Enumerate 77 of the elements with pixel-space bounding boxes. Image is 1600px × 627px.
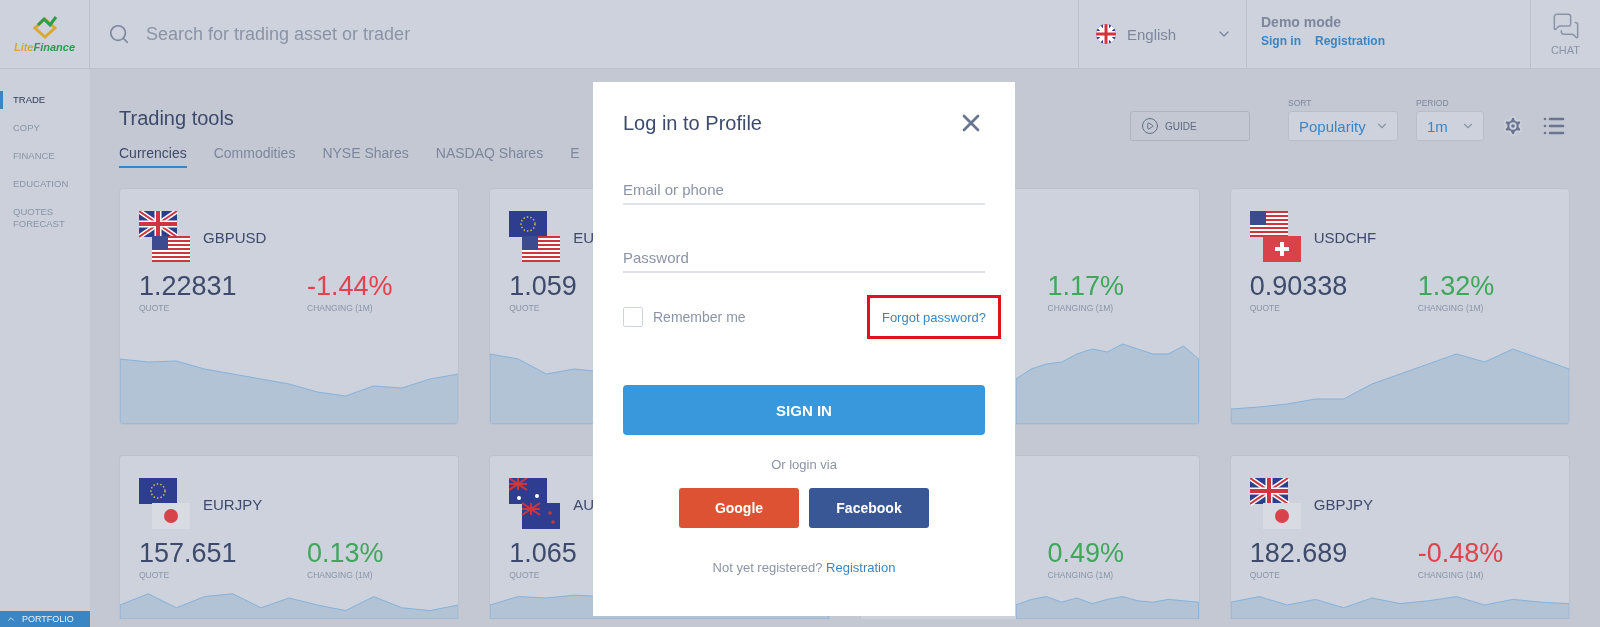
flag-pair-icon <box>509 478 562 530</box>
quote-label: QUOTE <box>509 303 541 313</box>
flag-pair-icon <box>139 478 191 530</box>
flag-icon <box>1095 23 1117 45</box>
flag-pair-icon <box>1249 211 1302 263</box>
sidebar-item[interactable]: EDUCATION <box>0 175 70 193</box>
change-label: CHANGING (1M) <box>1417 303 1485 313</box>
category-tab[interactable]: NYSE Shares <box>322 145 409 168</box>
flag-pair-icon <box>139 211 191 263</box>
sidebar-item[interactable]: COPY <box>0 119 70 137</box>
change-value: 1.17% <box>1047 271 1126 302</box>
sidebar-item[interactable]: TRADE <box>0 91 70 109</box>
change-label: CHANGING (1M) <box>1047 570 1115 580</box>
change-label: CHANGING (1M) <box>307 303 374 313</box>
forgot-password-link[interactable]: Forgot password? <box>881 310 986 325</box>
asset-name: EU <box>573 228 595 246</box>
asset-name: EURJPY <box>203 495 263 513</box>
asset-name: AU <box>573 495 595 513</box>
guide-button[interactable]: GUIDE <box>1130 111 1250 141</box>
period-select[interactable]: 1m <box>1416 111 1484 141</box>
flag-pair-icon <box>1249 478 1302 530</box>
quote-value: 0.90338 <box>1249 271 1349 302</box>
sidebar-item[interactable]: FINANCE <box>0 147 70 165</box>
social-login-button[interactable]: Google <box>679 488 799 528</box>
chat-button[interactable]: CHAT <box>1530 0 1600 68</box>
quote-value: 1.059 <box>509 271 578 302</box>
alt-login-label: Or login via <box>771 457 837 472</box>
asset-name: GBPUSD <box>203 228 267 246</box>
chat-icon <box>1551 12 1580 40</box>
change-label: CHANGING (1M) <box>1417 570 1485 580</box>
search-icon <box>108 23 130 45</box>
change-label: CHANGING (1M) <box>307 570 374 580</box>
search-field[interactable]: Search for trading asset or trader <box>144 22 1078 46</box>
language-label: English <box>1127 25 1178 43</box>
change-value: -0.48% <box>1417 538 1505 569</box>
mode-label: Demo mode <box>1261 14 1343 30</box>
asset-card[interactable]: GBPUSD 1.22831 QUOTE -1.44% CHANGING (1M) <box>119 188 460 425</box>
checkbox[interactable] <box>623 307 643 327</box>
header-link[interactable]: Sign in <box>1261 34 1301 48</box>
change-value: 1.32% <box>1417 271 1496 302</box>
flag-pair-icon <box>509 211 562 263</box>
asset-card[interactable]: EURJPY 157.651 QUOTE 0.13% CHANGING (1M) <box>119 455 460 619</box>
category-tab[interactable]: NASDAQ Shares <box>435 145 544 168</box>
category-tab[interactable]: Currencies <box>119 145 187 168</box>
logo-text: LiteFinance <box>13 41 76 53</box>
quote-value: 182.689 <box>1249 538 1349 569</box>
quote-label: QUOTE <box>509 570 541 580</box>
asset-card[interactable]: USDCHF 0.90338 QUOTE 1.32% CHANGING (1M) <box>1229 188 1570 425</box>
change-label: CHANGING (1M) <box>1047 303 1115 313</box>
category-tab[interactable]: Commodities <box>213 145 296 168</box>
quote-label: QUOTE <box>1249 570 1281 580</box>
quote-value: 1.22831 <box>139 271 238 302</box>
change-value: -1.44% <box>307 271 394 302</box>
period-label: PERIOD <box>1416 98 1450 108</box>
play-icon <box>1141 117 1159 135</box>
sort-label: SORT <box>1288 98 1313 108</box>
category-tab[interactable]: E <box>570 145 580 168</box>
checkbox-label: Remember me <box>653 309 746 325</box>
sidebar-item[interactable]: QUOTES FORECAST <box>0 203 70 233</box>
asset-name: USDCHF <box>1313 228 1377 246</box>
asset-name: GBPJPY <box>1313 495 1373 513</box>
dialog-title: Log in to Profile <box>623 111 762 135</box>
quote-label: QUOTE <box>139 570 171 580</box>
change-value: 0.13% <box>307 538 385 569</box>
quote-value: 157.651 <box>139 538 238 569</box>
quote-label: QUOTE <box>1249 303 1281 313</box>
sort-select[interactable]: Popularity <box>1288 111 1398 141</box>
quote-label: QUOTE <box>139 303 171 313</box>
section-title: Trading tools <box>119 107 235 130</box>
portfolio-button[interactable]: PORTFOLIO <box>0 611 90 627</box>
quote-value: 1.065 <box>509 538 578 569</box>
change-value: 0.49% <box>1047 538 1126 569</box>
header-link[interactable]: Registration <box>1315 34 1385 48</box>
chevron-up-icon <box>6 614 16 624</box>
sign-in-button[interactable]: SIGN IN <box>623 385 985 435</box>
asset-card[interactable]: GBPJPY 182.689 QUOTE -0.48% CHANGING (1M) <box>1229 455 1570 619</box>
social-login-button[interactable]: Facebook <box>809 488 929 528</box>
